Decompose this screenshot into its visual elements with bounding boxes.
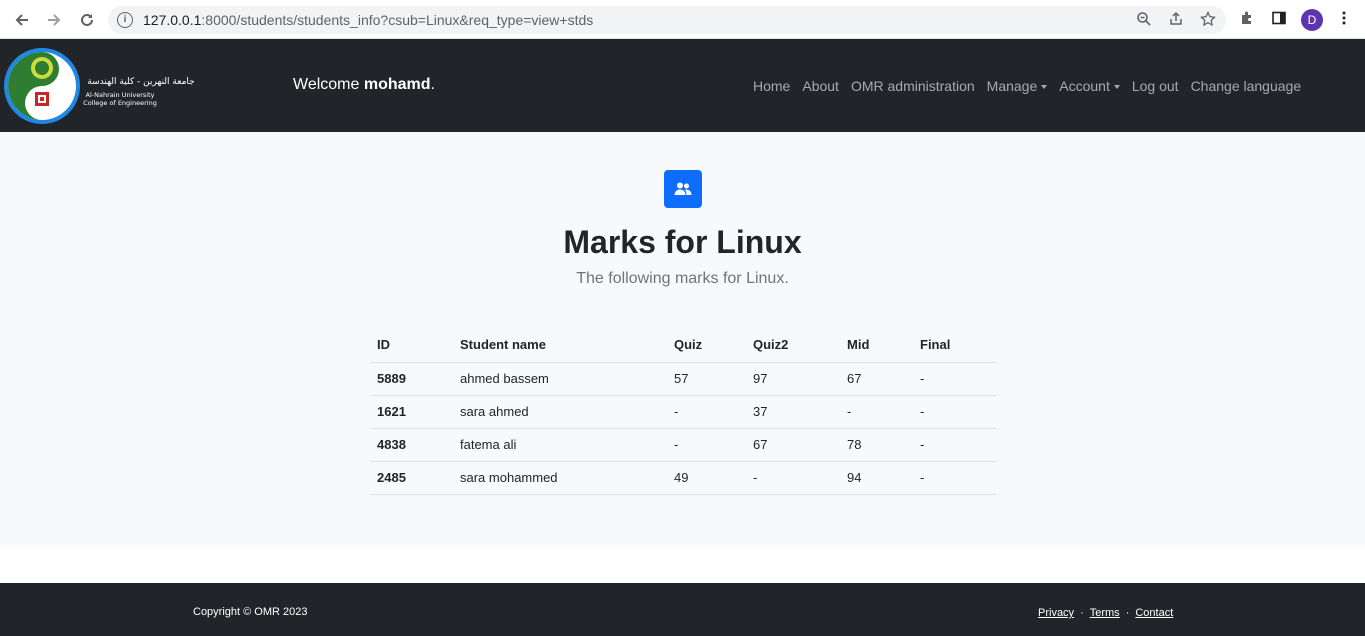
mid-cell: - (840, 395, 913, 429)
nav-account-dropdown[interactable]: Account (1059, 78, 1120, 94)
student-id-cell: 4838 (370, 428, 453, 462)
main-section: Marks for Linux The following marks for … (0, 132, 1365, 545)
student-name-cell: fatema ali (453, 428, 667, 462)
column-header-student-name: Student name (453, 328, 667, 363)
welcome-message: Welcome mohamd. (293, 76, 435, 93)
nav-logout-link[interactable]: Log out (1132, 78, 1179, 94)
student-id-cell: 5889 (370, 362, 453, 396)
column-header-quiz: Quiz (667, 328, 746, 363)
zoom-icon[interactable] (1135, 11, 1153, 29)
nav-omr-admin-link[interactable]: OMR administration (851, 78, 975, 94)
nav-manage-dropdown[interactable]: Manage (987, 78, 1048, 94)
quiz2-cell: 67 (746, 428, 840, 462)
footer-separator: · (1080, 607, 1084, 619)
footer-separator: · (1125, 607, 1130, 619)
logo-text-english-2: College of Engineering (83, 99, 157, 107)
final-cell: - (913, 362, 996, 396)
page-footer: Copyright © OMR 2023 Privacy · Terms · Conta… (0, 583, 1365, 636)
quiz2-cell: 37 (746, 395, 840, 429)
bookmark-star-icon[interactable] (1199, 10, 1217, 29)
quiz-cell: 57 (667, 362, 746, 396)
university-logo[interactable]: جامعة النهرين - كلية الهندسة Al-Nahrain … (2, 46, 202, 126)
column-header-mid: Mid (840, 328, 913, 363)
profile-avatar[interactable]: D (1301, 9, 1323, 31)
copyright-text: Copyright © OMR 2023 (193, 606, 308, 618)
footer-privacy-link[interactable]: Privacy (1038, 607, 1074, 619)
marks-table: ID Student name Quiz Quiz2 Mid Final 588… (370, 328, 996, 495)
nav-change-language-link[interactable]: Change language (1191, 78, 1302, 94)
logo-text-english-1: Al-Nahrain University (86, 91, 155, 99)
nav-links: Home About OMR administration Manage Acc… (753, 78, 1313, 94)
reload-icon[interactable] (75, 8, 99, 32)
column-header-quiz2: Quiz2 (746, 328, 840, 363)
extensions-puzzle-icon[interactable] (1237, 10, 1257, 30)
table-row: 4838 fatema ali - 67 78 - (370, 428, 996, 462)
student-name-cell: sara mohammed (453, 461, 667, 495)
quiz-cell: - (667, 428, 746, 462)
site-info-icon[interactable]: i (117, 12, 133, 28)
quiz2-cell: - (746, 461, 840, 495)
forward-arrow-icon[interactable] (42, 8, 66, 32)
page-title: Marks for Linux (563, 224, 802, 260)
kebab-menu-icon[interactable] (1334, 10, 1354, 30)
users-icon (664, 170, 702, 208)
table-row: 5889 ahmed bassem 57 97 67 - (370, 362, 996, 396)
footer-terms-link[interactable]: Terms (1090, 607, 1120, 619)
column-header-final: Final (913, 328, 996, 363)
table-row: 2485 sara mohammed 49 - 94 - (370, 461, 996, 495)
student-id-cell: 2485 (370, 461, 453, 495)
student-name-cell: ahmed bassem (453, 362, 667, 396)
browser-toolbar: i 127.0.0.1:8000/students/students_info?… (0, 0, 1365, 39)
final-cell: - (913, 461, 996, 495)
footer-links: Privacy · Terms · Contact (1038, 607, 1173, 619)
footer-contact-link[interactable]: Contact (1135, 607, 1173, 619)
caret-down-icon (1113, 85, 1120, 90)
top-navbar: جامعة النهرين - كلية الهندسة Al-Nahrain … (0, 39, 1365, 132)
student-id-cell: 1621 (370, 395, 453, 429)
quiz-cell: 49 (667, 461, 746, 495)
url-text[interactable]: 127.0.0.1:8000/students/students_info?cs… (143, 12, 593, 28)
mid-cell: 67 (840, 362, 913, 396)
table-row: 1621 sara ahmed - 37 - - (370, 395, 996, 429)
address-bar[interactable]: i 127.0.0.1:8000/students/students_info?… (108, 6, 1226, 34)
table-header-row: ID Student name Quiz Quiz2 Mid Final (370, 328, 996, 363)
back-arrow-icon[interactable] (10, 8, 34, 32)
welcome-username: mohamd (363, 76, 431, 93)
final-cell: - (913, 428, 996, 462)
share-icon[interactable] (1167, 11, 1185, 29)
side-panel-icon[interactable] (1269, 10, 1289, 30)
mid-cell: 94 (840, 461, 913, 495)
page-subtitle: The following marks for Linux. (576, 270, 789, 287)
final-cell: - (913, 395, 996, 429)
column-header-id: ID (370, 328, 453, 363)
caret-down-icon (1041, 85, 1048, 90)
logo-text-arabic: جامعة النهرين - كلية الهندسة (87, 77, 194, 87)
nav-about-link[interactable]: About (802, 78, 839, 94)
quiz-cell: - (667, 395, 746, 429)
quiz2-cell: 97 (746, 362, 840, 396)
nav-home-link[interactable]: Home (753, 78, 790, 94)
student-name-cell: sara ahmed (453, 395, 667, 429)
mid-cell: 78 (840, 428, 913, 462)
